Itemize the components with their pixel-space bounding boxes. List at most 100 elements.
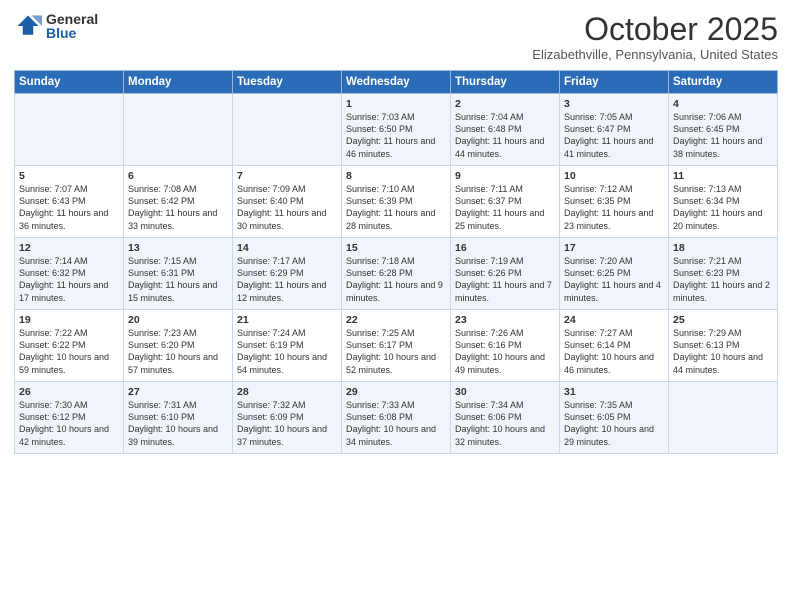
day-cell: 29Sunrise: 7:33 AM Sunset: 6:08 PM Dayli…	[342, 382, 451, 454]
day-cell: 16Sunrise: 7:19 AM Sunset: 6:26 PM Dayli…	[451, 238, 560, 310]
week-row-4: 19Sunrise: 7:22 AM Sunset: 6:22 PM Dayli…	[15, 310, 778, 382]
week-row-1: 1Sunrise: 7:03 AM Sunset: 6:50 PM Daylig…	[15, 94, 778, 166]
day-info: Sunrise: 7:32 AM Sunset: 6:09 PM Dayligh…	[237, 399, 337, 448]
day-number: 1	[346, 98, 446, 110]
day-cell: 18Sunrise: 7:21 AM Sunset: 6:23 PM Dayli…	[669, 238, 778, 310]
day-info: Sunrise: 7:17 AM Sunset: 6:29 PM Dayligh…	[237, 255, 337, 304]
day-cell: 4Sunrise: 7:06 AM Sunset: 6:45 PM Daylig…	[669, 94, 778, 166]
title-section: October 2025 Elizabethville, Pennsylvani…	[532, 12, 778, 62]
day-cell: 21Sunrise: 7:24 AM Sunset: 6:19 PM Dayli…	[233, 310, 342, 382]
calendar-table: SundayMondayTuesdayWednesdayThursdayFrid…	[14, 70, 778, 454]
day-info: Sunrise: 7:33 AM Sunset: 6:08 PM Dayligh…	[346, 399, 446, 448]
day-cell: 15Sunrise: 7:18 AM Sunset: 6:28 PM Dayli…	[342, 238, 451, 310]
calendar-header-row: SundayMondayTuesdayWednesdayThursdayFrid…	[15, 71, 778, 94]
day-cell: 22Sunrise: 7:25 AM Sunset: 6:17 PM Dayli…	[342, 310, 451, 382]
day-cell	[15, 94, 124, 166]
day-cell: 30Sunrise: 7:34 AM Sunset: 6:06 PM Dayli…	[451, 382, 560, 454]
day-number: 21	[237, 314, 337, 326]
day-number: 12	[19, 242, 119, 254]
day-number: 30	[455, 386, 555, 398]
day-info: Sunrise: 7:19 AM Sunset: 6:26 PM Dayligh…	[455, 255, 555, 304]
day-number: 9	[455, 170, 555, 182]
day-info: Sunrise: 7:12 AM Sunset: 6:35 PM Dayligh…	[564, 183, 664, 232]
day-cell: 26Sunrise: 7:30 AM Sunset: 6:12 PM Dayli…	[15, 382, 124, 454]
day-cell: 28Sunrise: 7:32 AM Sunset: 6:09 PM Dayli…	[233, 382, 342, 454]
day-number: 14	[237, 242, 337, 254]
day-number: 11	[673, 170, 773, 182]
day-cell: 20Sunrise: 7:23 AM Sunset: 6:20 PM Dayli…	[124, 310, 233, 382]
day-number: 3	[564, 98, 664, 110]
day-cell: 13Sunrise: 7:15 AM Sunset: 6:31 PM Dayli…	[124, 238, 233, 310]
week-row-5: 26Sunrise: 7:30 AM Sunset: 6:12 PM Dayli…	[15, 382, 778, 454]
day-info: Sunrise: 7:26 AM Sunset: 6:16 PM Dayligh…	[455, 327, 555, 376]
day-header-saturday: Saturday	[669, 71, 778, 94]
day-number: 4	[673, 98, 773, 110]
day-info: Sunrise: 7:23 AM Sunset: 6:20 PM Dayligh…	[128, 327, 228, 376]
day-info: Sunrise: 7:04 AM Sunset: 6:48 PM Dayligh…	[455, 111, 555, 160]
day-info: Sunrise: 7:20 AM Sunset: 6:25 PM Dayligh…	[564, 255, 664, 304]
day-number: 6	[128, 170, 228, 182]
day-number: 28	[237, 386, 337, 398]
day-number: 19	[19, 314, 119, 326]
logo-blue: Blue	[46, 26, 98, 40]
day-cell	[124, 94, 233, 166]
day-cell: 2Sunrise: 7:04 AM Sunset: 6:48 PM Daylig…	[451, 94, 560, 166]
day-number: 17	[564, 242, 664, 254]
day-info: Sunrise: 7:06 AM Sunset: 6:45 PM Dayligh…	[673, 111, 773, 160]
day-cell: 24Sunrise: 7:27 AM Sunset: 6:14 PM Dayli…	[560, 310, 669, 382]
day-header-friday: Friday	[560, 71, 669, 94]
day-info: Sunrise: 7:21 AM Sunset: 6:23 PM Dayligh…	[673, 255, 773, 304]
day-cell: 7Sunrise: 7:09 AM Sunset: 6:40 PM Daylig…	[233, 166, 342, 238]
day-info: Sunrise: 7:34 AM Sunset: 6:06 PM Dayligh…	[455, 399, 555, 448]
day-header-thursday: Thursday	[451, 71, 560, 94]
day-header-tuesday: Tuesday	[233, 71, 342, 94]
day-cell: 23Sunrise: 7:26 AM Sunset: 6:16 PM Dayli…	[451, 310, 560, 382]
week-row-2: 5Sunrise: 7:07 AM Sunset: 6:43 PM Daylig…	[15, 166, 778, 238]
location: Elizabethville, Pennsylvania, United Sta…	[532, 47, 778, 62]
day-info: Sunrise: 7:14 AM Sunset: 6:32 PM Dayligh…	[19, 255, 119, 304]
day-info: Sunrise: 7:15 AM Sunset: 6:31 PM Dayligh…	[128, 255, 228, 304]
logo-icon	[14, 12, 42, 40]
day-info: Sunrise: 7:03 AM Sunset: 6:50 PM Dayligh…	[346, 111, 446, 160]
day-number: 24	[564, 314, 664, 326]
day-info: Sunrise: 7:22 AM Sunset: 6:22 PM Dayligh…	[19, 327, 119, 376]
day-cell: 6Sunrise: 7:08 AM Sunset: 6:42 PM Daylig…	[124, 166, 233, 238]
day-header-wednesday: Wednesday	[342, 71, 451, 94]
header: General Blue October 2025 Elizabethville…	[14, 12, 778, 62]
day-info: Sunrise: 7:07 AM Sunset: 6:43 PM Dayligh…	[19, 183, 119, 232]
day-info: Sunrise: 7:11 AM Sunset: 6:37 PM Dayligh…	[455, 183, 555, 232]
day-number: 31	[564, 386, 664, 398]
day-info: Sunrise: 7:29 AM Sunset: 6:13 PM Dayligh…	[673, 327, 773, 376]
day-number: 8	[346, 170, 446, 182]
month-title: October 2025	[532, 12, 778, 47]
day-cell: 10Sunrise: 7:12 AM Sunset: 6:35 PM Dayli…	[560, 166, 669, 238]
day-info: Sunrise: 7:05 AM Sunset: 6:47 PM Dayligh…	[564, 111, 664, 160]
day-number: 29	[346, 386, 446, 398]
day-info: Sunrise: 7:27 AM Sunset: 6:14 PM Dayligh…	[564, 327, 664, 376]
day-cell: 5Sunrise: 7:07 AM Sunset: 6:43 PM Daylig…	[15, 166, 124, 238]
day-cell: 3Sunrise: 7:05 AM Sunset: 6:47 PM Daylig…	[560, 94, 669, 166]
day-number: 10	[564, 170, 664, 182]
day-cell: 12Sunrise: 7:14 AM Sunset: 6:32 PM Dayli…	[15, 238, 124, 310]
day-cell: 8Sunrise: 7:10 AM Sunset: 6:39 PM Daylig…	[342, 166, 451, 238]
day-number: 25	[673, 314, 773, 326]
day-info: Sunrise: 7:25 AM Sunset: 6:17 PM Dayligh…	[346, 327, 446, 376]
day-cell: 27Sunrise: 7:31 AM Sunset: 6:10 PM Dayli…	[124, 382, 233, 454]
day-info: Sunrise: 7:35 AM Sunset: 6:05 PM Dayligh…	[564, 399, 664, 448]
day-cell	[233, 94, 342, 166]
day-cell: 1Sunrise: 7:03 AM Sunset: 6:50 PM Daylig…	[342, 94, 451, 166]
day-cell: 25Sunrise: 7:29 AM Sunset: 6:13 PM Dayli…	[669, 310, 778, 382]
logo: General Blue	[14, 12, 98, 40]
day-info: Sunrise: 7:18 AM Sunset: 6:28 PM Dayligh…	[346, 255, 446, 304]
day-number: 20	[128, 314, 228, 326]
day-number: 15	[346, 242, 446, 254]
logo-general: General	[46, 12, 98, 26]
week-row-3: 12Sunrise: 7:14 AM Sunset: 6:32 PM Dayli…	[15, 238, 778, 310]
day-number: 18	[673, 242, 773, 254]
day-cell: 14Sunrise: 7:17 AM Sunset: 6:29 PM Dayli…	[233, 238, 342, 310]
day-number: 7	[237, 170, 337, 182]
day-header-sunday: Sunday	[15, 71, 124, 94]
day-number: 23	[455, 314, 555, 326]
day-info: Sunrise: 7:08 AM Sunset: 6:42 PM Dayligh…	[128, 183, 228, 232]
day-header-monday: Monday	[124, 71, 233, 94]
